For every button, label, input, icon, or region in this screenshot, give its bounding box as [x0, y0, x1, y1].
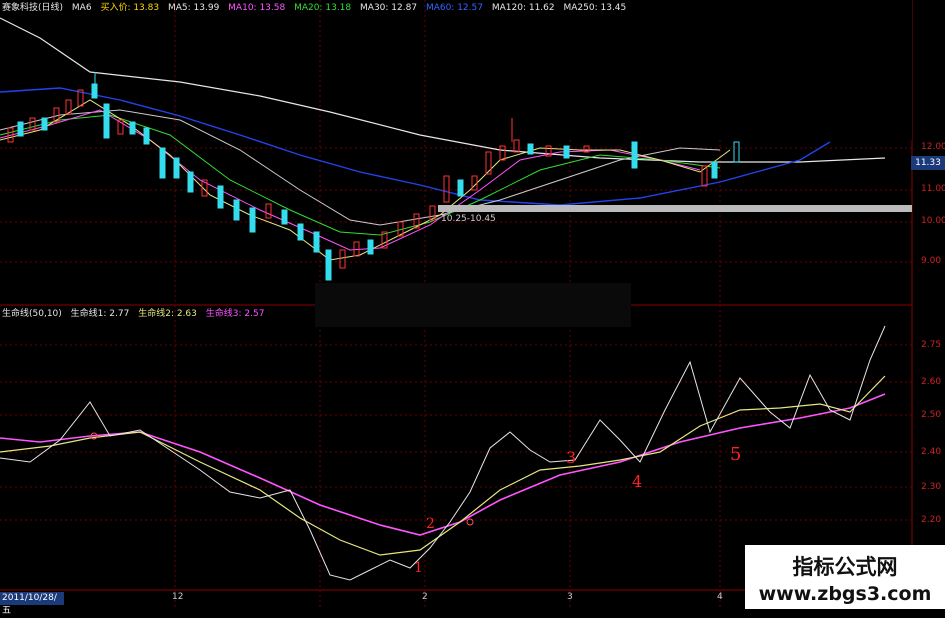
watermark-title: 指标公式网: [792, 555, 898, 579]
start-date-label: 2011/10/28/五: [0, 592, 64, 616]
sub-legend-title: 生命线(50,10): [2, 309, 62, 319]
legend-ma60: MA60: 12.57: [425, 3, 483, 13]
price-axis-11: 11.00: [921, 184, 945, 194]
legend-ma10: MA10: 13.58: [228, 3, 286, 13]
legend-ma5: MA5: 13.99: [167, 3, 220, 13]
legend-ma250: MA250: 13.45: [563, 3, 627, 13]
legend-ma6: MA6: [71, 3, 92, 13]
current-price-tag: 11.33: [911, 156, 945, 170]
legend-ma20: MA20: 13.18: [294, 3, 352, 13]
legend-ma120: MA120: 11.62: [491, 3, 555, 13]
life-line-1: [0, 325, 886, 581]
sub-legend-line3: 生命线3: 2.57: [205, 309, 265, 319]
watermark-url: www.zbgs3.com: [758, 583, 932, 605]
ind-axis-3: 2.40: [921, 447, 942, 457]
ind-axis-0: 2.75: [921, 340, 942, 350]
life-line-3: [0, 393, 886, 536]
annotation-4: 4: [632, 472, 643, 491]
time-label-2: 2: [422, 592, 428, 602]
annotation-2: 2: [426, 516, 435, 532]
watermark: 指标公式网 www.zbgs3.com: [745, 545, 945, 609]
sub-legend-line1: 生命线1: 2.77: [70, 309, 130, 319]
ind-axis-4: 2.30: [921, 482, 942, 492]
price-axis-12: 12.00: [921, 142, 945, 152]
legend-buy-price: 买入价: 13.83: [100, 3, 160, 13]
ind-axis-2: 2.50: [921, 410, 942, 420]
annotation-1: 1: [414, 560, 423, 576]
mask-center: [315, 283, 631, 327]
time-label-4: 4: [717, 592, 723, 602]
sub-legend-line2: 生命线2: 2.63: [138, 309, 197, 319]
price-range-bar: [438, 205, 912, 212]
price-axis-9: 9.00: [921, 256, 942, 266]
legend-ma30: MA30: 12.87: [360, 3, 418, 13]
ind-axis-5: 2.20: [921, 515, 942, 525]
mask-top-right: [534, 0, 912, 140]
time-label-3: 3: [567, 592, 573, 602]
annotation-5: 5: [730, 444, 742, 465]
annotation-3: 3: [566, 448, 577, 467]
range-label: 10.25-10.45: [441, 214, 496, 224]
legend-title: 赛象科技(日线): [2, 3, 64, 13]
time-label-12: 12: [172, 592, 184, 602]
price-axis-10: 10.00: [921, 216, 945, 226]
sub-legend: 生命线(50,10) 生命线1: 2.77 生命线2: 2.63 生命线3: 2…: [2, 308, 270, 320]
main-legend: 赛象科技(日线) MA6 买入价: 13.83 MA5: 13.99 MA10:…: [2, 2, 632, 14]
ind-axis-1: 2.60: [921, 377, 942, 387]
